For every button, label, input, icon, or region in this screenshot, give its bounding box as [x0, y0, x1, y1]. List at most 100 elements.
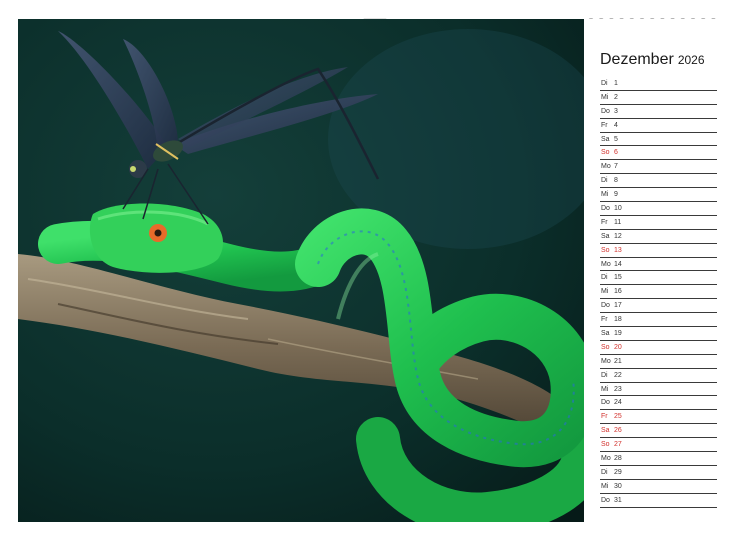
- day-row: So 13: [600, 244, 717, 258]
- day-number: 22: [614, 371, 622, 379]
- weekday-label: Mi: [601, 191, 609, 199]
- weekday-label: Mo: [601, 455, 611, 463]
- weekday-label: Do: [601, 399, 610, 407]
- month-title: Dezember 2026: [600, 51, 705, 69]
- weekday-label: Mi: [601, 482, 609, 490]
- day-number: 28: [614, 455, 622, 463]
- weekday-label: Di: [601, 80, 608, 87]
- day-number: 18: [614, 316, 622, 324]
- weekday-label: Fr: [601, 218, 608, 226]
- day-row: Di 1: [600, 77, 717, 91]
- day-row: Di 22: [600, 369, 717, 383]
- weekday-label: Sa: [601, 330, 610, 338]
- weekday-label: Fr: [601, 121, 608, 129]
- day-number: 17: [614, 302, 622, 310]
- day-number: 3: [614, 107, 618, 115]
- day-row: Do 3: [600, 105, 717, 119]
- weekday-label: Mo: [601, 163, 611, 171]
- day-row: Di 29: [600, 466, 717, 480]
- weekday-label: Mo: [601, 260, 611, 268]
- day-row: Mi 30: [600, 480, 717, 494]
- day-row: Mi 2: [600, 91, 717, 105]
- day-row: Sa 26: [600, 424, 717, 439]
- weekday-label: Di: [601, 274, 608, 282]
- day-row: Di 15: [600, 271, 717, 286]
- calendar-page: Dezember 2026 Di 1 Mi 2 Do 3 Fr 4 Sa 5 So 6 Mo 7 Di 8 Mi 9…: [0, 0, 750, 540]
- day-row: Sa 5: [600, 133, 717, 147]
- day-row: Fr 4: [600, 119, 717, 133]
- weekday-label: Do: [601, 205, 610, 213]
- day-row: Do 17: [600, 299, 717, 314]
- day-number: 26: [614, 427, 622, 435]
- weekday-label: Do: [601, 107, 610, 115]
- day-row: Sa 12: [600, 230, 717, 244]
- day-row: So 6: [600, 146, 717, 161]
- day-number: 10: [614, 205, 622, 213]
- day-number: 8: [614, 177, 618, 185]
- day-number: 25: [614, 413, 622, 421]
- day-number: 2: [614, 93, 618, 101]
- weekday-label: Di: [601, 468, 608, 476]
- day-list: Di 1 Mi 2 Do 3 Fr 4 Sa 5 So 6 Mo 7 Di 8 Mi 9 Do 10 Fr 11 Sa 12 S…: [600, 77, 717, 508]
- day-row: Mi 16: [600, 285, 717, 300]
- day-number: 1: [614, 80, 618, 87]
- day-number: 11: [614, 218, 622, 226]
- weekday-label: Fr: [601, 316, 608, 324]
- day-row: Mo 14: [600, 258, 717, 272]
- day-number: 5: [614, 135, 618, 143]
- year-label: 2026: [677, 53, 705, 67]
- day-row: Mi 9: [600, 188, 717, 203]
- day-row: Fr 11: [600, 216, 717, 230]
- day-number: 19: [614, 330, 622, 338]
- day-number: 9: [614, 191, 618, 199]
- weekday-label: Mi: [601, 93, 609, 101]
- day-row: Mo 7: [600, 160, 717, 175]
- day-number: 29: [614, 468, 622, 476]
- calendar-panel: Dezember 2026 Di 1 Mi 2 Do 3 Fr 4 Sa 5 So 6 Mo 7 Di 8 Mi 9…: [584, 19, 732, 522]
- day-number: 4: [614, 121, 618, 129]
- day-row: Do 10: [600, 202, 717, 216]
- day-row: Mo 21: [600, 355, 717, 369]
- weekday-label: So: [601, 149, 610, 157]
- day-row: Do 31: [600, 494, 717, 508]
- day-row: Mi 23: [600, 383, 717, 397]
- weekday-label: Do: [601, 496, 610, 504]
- day-number: 16: [614, 288, 622, 296]
- day-number: 24: [614, 399, 622, 407]
- weekday-label: Fr: [601, 413, 608, 421]
- day-number: 21: [614, 357, 622, 365]
- weekday-label: Mo: [601, 357, 611, 365]
- day-number: 15: [614, 274, 622, 282]
- weekday-label: Di: [601, 371, 608, 379]
- weekday-label: Di: [601, 177, 608, 185]
- day-row: Mo 28: [600, 452, 717, 466]
- day-number: 23: [614, 385, 622, 393]
- weekday-label: Sa: [601, 232, 610, 240]
- day-number: 14: [614, 260, 622, 268]
- weekday-label: Mi: [601, 385, 609, 393]
- photo-pit-viper: [18, 19, 584, 522]
- photo-illustration: [18, 19, 584, 522]
- day-row: Do 24: [600, 396, 717, 411]
- weekday-label: Do: [601, 302, 610, 310]
- day-row: Fr 18: [600, 313, 717, 328]
- day-number: 12: [614, 232, 622, 240]
- day-number: 31: [614, 496, 622, 504]
- day-number: 20: [614, 343, 622, 351]
- day-row: Sa 19: [600, 327, 717, 341]
- day-row: So 20: [600, 341, 717, 355]
- weekday-label: Sa: [601, 135, 610, 143]
- day-number: 7: [614, 163, 618, 171]
- day-row: Di 8: [600, 174, 717, 189]
- weekday-label: Mi: [601, 288, 609, 296]
- weekday-label: So: [601, 343, 610, 351]
- day-number: 27: [614, 441, 622, 449]
- day-number: 30: [614, 482, 622, 490]
- weekday-label: So: [601, 441, 610, 449]
- weekday-label: So: [601, 246, 610, 254]
- month-name: Dezember: [600, 51, 674, 68]
- day-row: So 27: [600, 438, 717, 453]
- day-number: 6: [614, 149, 618, 157]
- weekday-label: Sa: [601, 427, 610, 435]
- day-number: 13: [614, 246, 622, 254]
